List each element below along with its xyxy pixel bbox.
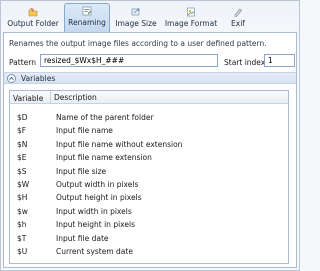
- variable-cell: $T: [17, 233, 27, 243]
- tab-output-folder[interactable]: Output Folder: [3, 5, 63, 33]
- settings-window: Output Folder Renaming Image Size Image …: [0, 0, 300, 271]
- variable-cell: $D: [17, 113, 28, 122]
- description-cell: Input file date: [56, 233, 109, 243]
- variable-cell: $S: [17, 166, 27, 176]
- description-cell: Name of the parent folder: [56, 113, 154, 122]
- table-row[interactable]: $T Input file date: [10, 232, 288, 244]
- variable-cell: $W: [17, 180, 30, 189]
- description-cell: Input height in pixels: [56, 220, 135, 230]
- tab-renaming[interactable]: Renaming: [64, 3, 110, 33]
- description-cell: Input file name without extension: [56, 139, 183, 149]
- variables-title: Variables: [21, 73, 56, 83]
- pattern-label: Pattern: [9, 58, 36, 67]
- description-cell: Input file size: [56, 166, 107, 176]
- tab-exif[interactable]: Exif: [221, 5, 255, 33]
- description-cell: Input file name extension: [56, 153, 152, 163]
- table-row[interactable]: $F Input file name: [10, 124, 288, 136]
- variable-cell: $U: [17, 247, 28, 256]
- table-row[interactable]: $N Input file name without extension: [10, 138, 288, 150]
- tab-image-size[interactable]: Image Size: [111, 5, 161, 33]
- table-row[interactable]: $H Output height in pixels: [10, 191, 288, 203]
- description-cell: Input width in pixels: [56, 206, 132, 216]
- variables-expander[interactable]: Variables: [4, 72, 296, 84]
- variable-cell: $N: [17, 139, 28, 149]
- resize-icon: [131, 8, 140, 16]
- tab-image-format[interactable]: Image Format: [162, 5, 220, 33]
- variable-cell: $H: [17, 193, 28, 203]
- tab-label: Image Size: [115, 19, 157, 28]
- table-row[interactable]: $E Input file name extension: [10, 151, 288, 163]
- description-cell: Input file name: [56, 126, 113, 136]
- table-header: Variable Description: [10, 91, 288, 104]
- rename-icon: [82, 6, 92, 16]
- renaming-description: Renames the output image files according…: [9, 39, 267, 48]
- chevron-up-icon[interactable]: [7, 73, 16, 83]
- description-cell: Current system date: [56, 247, 133, 256]
- variable-cell: $w: [17, 206, 28, 216]
- table-row[interactable]: $w Input width in pixels: [10, 205, 288, 217]
- column-header-description[interactable]: Description: [50, 91, 97, 103]
- format-icon: [187, 7, 195, 17]
- start-index-label: Start index: [224, 58, 266, 67]
- exif-icon: [234, 8, 242, 17]
- tab-strip: Output Folder Renaming Image Size Image …: [3, 3, 256, 33]
- variables-table: Variable Description $D Name of the pare…: [9, 90, 289, 264]
- variable-cell: $F: [17, 126, 27, 136]
- column-header-variable[interactable]: Variable: [13, 94, 43, 103]
- variable-cell: $h: [17, 220, 27, 230]
- table-row[interactable]: $W Output width in pixels: [10, 178, 288, 190]
- tab-label: Output Folder: [7, 19, 59, 28]
- renaming-panel: Renames the output image files according…: [3, 32, 297, 268]
- table-row[interactable]: $S Input file size: [10, 165, 288, 177]
- table-row[interactable]: $h Input height in pixels: [10, 218, 288, 230]
- tab-label: Image Format: [164, 19, 218, 28]
- folder-icon: [28, 7, 38, 17]
- pattern-input[interactable]: [40, 54, 218, 67]
- table-row[interactable]: $U Current system date: [10, 245, 288, 257]
- tab-label: Renaming: [68, 18, 106, 27]
- start-index-input[interactable]: [264, 54, 295, 67]
- table-row[interactable]: $D Name of the parent folder: [10, 111, 288, 123]
- tab-label: Exif: [231, 19, 245, 28]
- description-cell: Output width in pixels: [56, 180, 139, 189]
- variable-cell: $E: [17, 153, 27, 163]
- description-cell: Output height in pixels: [56, 193, 142, 203]
